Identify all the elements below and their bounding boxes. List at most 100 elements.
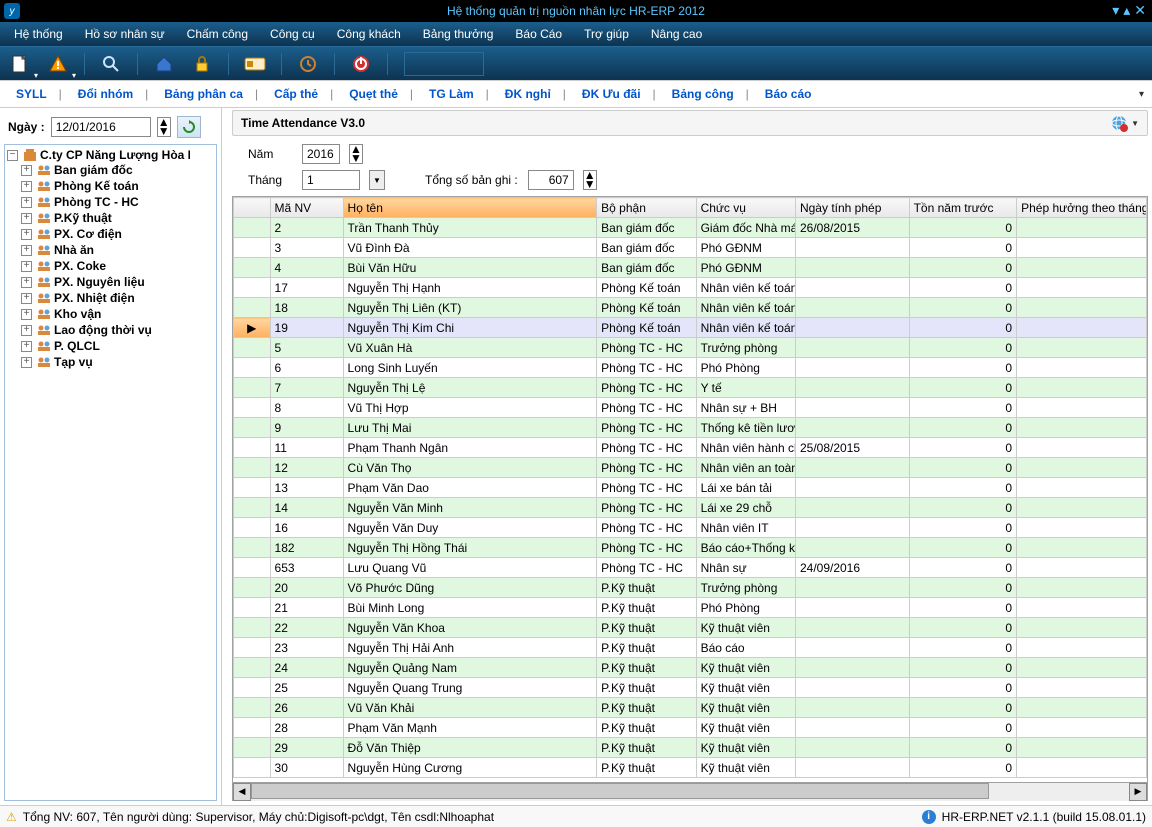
- year-input[interactable]: [302, 144, 340, 164]
- table-row[interactable]: 26Vũ Văn KhảiP.Kỹ thuậtKỹ thuật viên0: [234, 698, 1147, 718]
- year-spinner[interactable]: ▲▼: [349, 144, 363, 164]
- panel-menu-dropdown-icon[interactable]: ▼: [1131, 119, 1139, 128]
- column-header[interactable]: Ngày tính phép: [795, 198, 909, 218]
- close-button[interactable]: ✕: [1134, 3, 1146, 17]
- expand-icon[interactable]: +: [21, 341, 32, 352]
- date-spinner[interactable]: ▲▼: [157, 117, 171, 137]
- tabs-overflow-icon[interactable]: ▾: [1139, 89, 1144, 100]
- column-header[interactable]: [234, 198, 271, 218]
- column-header[interactable]: Mã NV: [270, 198, 343, 218]
- tree-root[interactable]: − C.ty CP Năng Lượng Hòa Phát: [7, 148, 216, 162]
- total-spinner[interactable]: ▲▼: [583, 170, 597, 190]
- table-row[interactable]: 9Lưu Thị MaiPhòng TC - HCThống kê tiền l…: [234, 418, 1147, 438]
- expand-icon[interactable]: +: [21, 277, 32, 288]
- table-row[interactable]: 22Nguyễn Văn KhoaP.Kỹ thuậtKỹ thuật viên…: [234, 618, 1147, 638]
- tab-item[interactable]: Quẹt thẻ|: [341, 83, 421, 105]
- tab-item[interactable]: Bảng phân ca|: [156, 83, 266, 105]
- tab-item[interactable]: ĐK Ưu đãi|: [574, 83, 664, 105]
- tree-node[interactable]: +P.Kỹ thuật: [21, 211, 216, 225]
- tree-node[interactable]: +Nhà ăn: [21, 243, 216, 257]
- card-icon[interactable]: [241, 50, 269, 78]
- table-row[interactable]: 2Trần Thanh ThủyBan giám đốcGiám đốc Nhà…: [234, 218, 1147, 238]
- table-row[interactable]: 29Đỗ Văn ThiệpP.Kỹ thuậtKỹ thuật viên0: [234, 738, 1147, 758]
- expand-icon[interactable]: +: [21, 261, 32, 272]
- expand-icon[interactable]: +: [21, 357, 32, 368]
- table-row[interactable]: 21Bùi Minh LongP.Kỹ thuậtPhó Phòng0: [234, 598, 1147, 618]
- scroll-right-button[interactable]: ▶: [1129, 783, 1147, 801]
- menu-item[interactable]: Trợ giúp: [574, 24, 639, 44]
- menu-item[interactable]: Hệ thống: [4, 24, 73, 44]
- expand-icon[interactable]: +: [21, 293, 32, 304]
- table-row[interactable]: 16Nguyễn Văn DuyPhòng TC - HCNhân viên I…: [234, 518, 1147, 538]
- month-dropdown-icon[interactable]: ▼: [369, 170, 385, 190]
- table-row[interactable]: 23Nguyễn Thị Hải AnhP.Kỹ thuậtBáo cáo0: [234, 638, 1147, 658]
- tree-node[interactable]: +PX. Nguyên liệu: [21, 275, 216, 289]
- tab-item[interactable]: Bảng công|: [664, 83, 757, 105]
- power-icon[interactable]: [347, 50, 375, 78]
- column-header[interactable]: Phép hưởng theo tháng: [1017, 198, 1147, 218]
- total-records-input[interactable]: [528, 170, 574, 190]
- tree-node[interactable]: +Kho vận: [21, 307, 216, 321]
- table-row[interactable]: 3Vũ Đình ĐàBan giám đốcPhó GĐNM0: [234, 238, 1147, 258]
- table-row[interactable]: 182Nguyễn Thị Hồng TháiPhòng TC - HCBáo …: [234, 538, 1147, 558]
- history-icon[interactable]: [294, 50, 322, 78]
- table-row[interactable]: 18Nguyễn Thị Liên (KT)Phòng Kế toánNhân …: [234, 298, 1147, 318]
- column-header[interactable]: Bộ phận: [597, 198, 696, 218]
- expand-icon[interactable]: +: [21, 229, 32, 240]
- expand-icon[interactable]: +: [21, 165, 32, 176]
- expand-icon[interactable]: +: [21, 181, 32, 192]
- globe-icon[interactable]: [1109, 113, 1129, 133]
- expand-icon[interactable]: +: [21, 309, 32, 320]
- tree-node[interactable]: +Ban giám đốc: [21, 163, 216, 177]
- scroll-thumb[interactable]: [251, 783, 989, 799]
- table-row[interactable]: 653Lưu Quang VũPhòng TC - HCNhân sự24/09…: [234, 558, 1147, 578]
- column-header[interactable]: Họ tên: [343, 198, 597, 218]
- table-row[interactable]: 24Nguyễn Quảng NamP.Kỹ thuậtKỹ thuật viê…: [234, 658, 1147, 678]
- table-row[interactable]: 4Bùi Văn HữuBan giám đốcPhó GĐNM0: [234, 258, 1147, 278]
- warning-icon[interactable]: ▾: [44, 50, 72, 78]
- horizontal-scrollbar[interactable]: ◀ ▶: [232, 783, 1148, 801]
- table-row[interactable]: ▶19Nguyễn Thị Kim ChiPhòng Kế toánNhân v…: [234, 318, 1147, 338]
- tree-node[interactable]: +Lao động thời vụ: [21, 323, 216, 337]
- search-icon[interactable]: [97, 50, 125, 78]
- tab-item[interactable]: TG Làm|: [421, 83, 497, 105]
- tree-node[interactable]: +Phòng Kế toán: [21, 179, 216, 193]
- tree-node[interactable]: +PX. Nhiệt điện: [21, 291, 216, 305]
- tree-node[interactable]: +PX. Coke: [21, 259, 216, 273]
- tree-node[interactable]: +P. QLCL: [21, 339, 216, 353]
- column-header[interactable]: Tồn năm trước: [909, 198, 1017, 218]
- month-input[interactable]: [302, 170, 360, 190]
- tab-item[interactable]: Báo cáo: [757, 83, 820, 105]
- menu-item[interactable]: Chấm công: [177, 24, 258, 44]
- lock-icon[interactable]: [188, 50, 216, 78]
- table-row[interactable]: 8Vũ Thị HợpPhòng TC - HCNhân sự + BH0: [234, 398, 1147, 418]
- date-input[interactable]: [51, 117, 151, 137]
- table-row[interactable]: 6Long Sinh LuyếnPhòng TC - HCPhó Phòng0: [234, 358, 1147, 378]
- table-row[interactable]: 30Nguyễn Hùng CươngP.Kỹ thuậtKỹ thuật vi…: [234, 758, 1147, 778]
- menu-item[interactable]: Công cụ: [260, 24, 325, 44]
- tab-item[interactable]: SYLL|: [8, 83, 70, 105]
- table-row[interactable]: 5Vũ Xuân HàPhòng TC - HCTrưởng phòng0: [234, 338, 1147, 358]
- tree-node[interactable]: +PX. Cơ điện: [21, 227, 216, 241]
- expand-icon[interactable]: +: [21, 245, 32, 256]
- expand-icon[interactable]: +: [21, 325, 32, 336]
- tab-item[interactable]: Đổi nhóm|: [70, 83, 156, 105]
- menu-item[interactable]: Báo Cáo: [505, 24, 572, 44]
- data-grid[interactable]: Mã NVHọ tênBộ phậnChức vụNgày tính phépT…: [232, 196, 1148, 783]
- expand-icon[interactable]: +: [21, 213, 32, 224]
- tree-node[interactable]: +Phòng TC - HC: [21, 195, 216, 209]
- tree-node[interactable]: +Tạp vụ: [21, 355, 216, 369]
- home-icon[interactable]: [150, 50, 178, 78]
- minimize-button[interactable]: ▾: [1112, 3, 1119, 17]
- scroll-left-button[interactable]: ◀: [233, 783, 251, 801]
- menu-item[interactable]: Công khách: [327, 24, 411, 44]
- table-row[interactable]: 28Phạm Văn MạnhP.Kỹ thuậtKỹ thuật viên0: [234, 718, 1147, 738]
- table-row[interactable]: 17Nguyễn Thị HạnhPhòng Kế toánNhân viên …: [234, 278, 1147, 298]
- table-row[interactable]: 14Nguyễn Văn MinhPhòng TC - HCLái xe 29 …: [234, 498, 1147, 518]
- table-row[interactable]: 25Nguyễn Quang TrungP.Kỹ thuậtKỹ thuật v…: [234, 678, 1147, 698]
- menu-item[interactable]: Hồ sơ nhân sự: [75, 24, 175, 44]
- table-row[interactable]: 20Võ Phước DũngP.Kỹ thuậtTrưởng phòng0: [234, 578, 1147, 598]
- collapse-icon[interactable]: −: [7, 150, 18, 161]
- maximize-button[interactable]: ▴: [1123, 3, 1130, 17]
- menu-item[interactable]: Nâng cao: [641, 24, 712, 44]
